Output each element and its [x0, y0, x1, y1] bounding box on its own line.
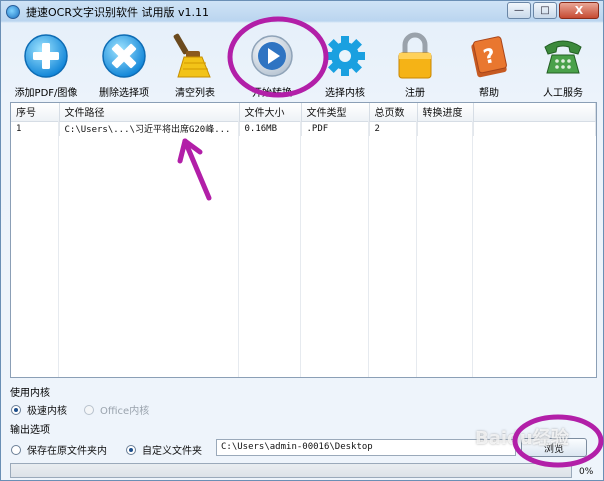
- radio-save-original-indicator[interactable]: [11, 444, 21, 455]
- radio-fast-kernel-indicator[interactable]: [11, 404, 21, 415]
- table-row[interactable]: 1 C:\Users\...\习近平将出席G20峰... 0.16MB .PDF…: [11, 121, 596, 136]
- close-button[interactable]: X: [559, 2, 599, 19]
- maximize-button[interactable]: □: [533, 2, 557, 19]
- clear-list-button[interactable]: 清空列表: [159, 25, 231, 99]
- help-book-icon: ?: [464, 31, 514, 81]
- radio-office-kernel-label: Office内核: [100, 406, 150, 417]
- column-divider: [472, 121, 473, 377]
- title-bar: 捷速OCR文字识别软件 试用版 v1.11 — □ X: [1, 1, 603, 23]
- clear-list-label: 清空列表: [175, 88, 215, 99]
- gear-icon: [320, 31, 370, 81]
- column-header-progress[interactable]: 转换进度: [417, 103, 474, 122]
- play-icon: [247, 31, 297, 81]
- cell-path: C:\Users\...\习近平将出席G20峰...: [59, 121, 240, 136]
- delete-icon: [99, 31, 149, 81]
- column-header-spacer: [473, 103, 596, 122]
- file-list-table[interactable]: 序号 文件路径 文件大小 文件类型 总页数 转换进度 1 C:\Users\..…: [10, 102, 597, 378]
- column-header-size[interactable]: 文件大小: [239, 103, 302, 122]
- add-pdf-image-button[interactable]: 添加PDF/图像: [3, 25, 89, 99]
- column-divider: [238, 121, 239, 377]
- kernel-section-label: 使用内核: [10, 388, 50, 399]
- radio-fast-kernel[interactable]: 极速内核: [11, 402, 67, 417]
- add-icon: [21, 31, 71, 81]
- manual-service-label: 人工服务: [543, 88, 583, 99]
- select-kernel-button[interactable]: 选择内核: [313, 25, 377, 99]
- register-button[interactable]: 注册: [377, 25, 453, 99]
- window-title: 捷速OCR文字识别软件 试用版 v1.11: [26, 6, 209, 19]
- file-grid: 序号 文件路径 文件大小 文件类型 总页数 转换进度 1 C:\Users\..…: [11, 103, 596, 136]
- cell-pages: 2: [369, 121, 418, 136]
- cell-size: 0.16MB: [239, 121, 302, 136]
- column-divider: [300, 121, 301, 377]
- output-path-field[interactable]: C:\Users\admin-00016\Desktop: [216, 439, 516, 456]
- baidu-watermark: Baidu经验: [475, 428, 569, 449]
- toolbar: 添加PDF/图像 删除选择项 清空列表 开始转换 选择内核 注册 ? 帮助 人工…: [3, 25, 601, 99]
- app-window: 捷速OCR文字识别软件 试用版 v1.11 — □ X 添加PDF/图像 删除选…: [0, 0, 604, 481]
- radio-office-kernel: Office内核: [84, 402, 149, 417]
- cell-progress: [417, 121, 474, 136]
- app-logo-icon: [6, 5, 20, 19]
- broom-icon: [170, 31, 220, 81]
- start-convert-button[interactable]: 开始转换: [231, 25, 313, 99]
- column-header-path[interactable]: 文件路径: [59, 103, 240, 122]
- column-divider: [416, 121, 417, 377]
- column-header-type[interactable]: 文件类型: [301, 103, 370, 122]
- column-header-pages[interactable]: 总页数: [369, 103, 418, 122]
- phone-icon: [538, 31, 588, 81]
- window-controls: — □ X: [507, 2, 599, 19]
- column-header-index[interactable]: 序号: [11, 103, 60, 122]
- minimize-button[interactable]: —: [507, 2, 531, 19]
- help-label: 帮助: [479, 88, 499, 99]
- radio-office-kernel-indicator: [84, 404, 94, 415]
- progress-percent: 0%: [579, 467, 594, 477]
- cell-spacer: [473, 121, 596, 136]
- progress-bar: [10, 463, 572, 478]
- lock-icon: [390, 31, 440, 81]
- cell-type: .PDF: [301, 121, 370, 136]
- register-label: 注册: [405, 88, 425, 99]
- radio-custom-folder[interactable]: 自定义文件夹: [126, 442, 202, 457]
- radio-custom-folder-label: 自定义文件夹: [142, 446, 202, 457]
- delete-selected-label: 删除选择项: [99, 88, 149, 99]
- radio-save-original-folder[interactable]: 保存在原文件夹内: [11, 442, 107, 457]
- cell-index: 1: [11, 121, 60, 136]
- radio-fast-kernel-label: 极速内核: [27, 406, 67, 417]
- output-section-label: 输出选项: [10, 425, 50, 436]
- radio-save-original-label: 保存在原文件夹内: [27, 446, 107, 457]
- select-kernel-label: 选择内核: [325, 88, 365, 99]
- manual-service-button[interactable]: 人工服务: [525, 25, 601, 99]
- radio-custom-folder-indicator[interactable]: [126, 444, 136, 455]
- column-divider: [58, 121, 59, 377]
- table-header-row: 序号 文件路径 文件大小 文件类型 总页数 转换进度: [11, 103, 596, 122]
- column-divider: [368, 121, 369, 377]
- add-pdf-image-label: 添加PDF/图像: [14, 88, 78, 99]
- help-button[interactable]: ? 帮助: [453, 25, 525, 99]
- start-convert-label: 开始转换: [252, 88, 292, 99]
- delete-selected-button[interactable]: 删除选择项: [89, 25, 159, 99]
